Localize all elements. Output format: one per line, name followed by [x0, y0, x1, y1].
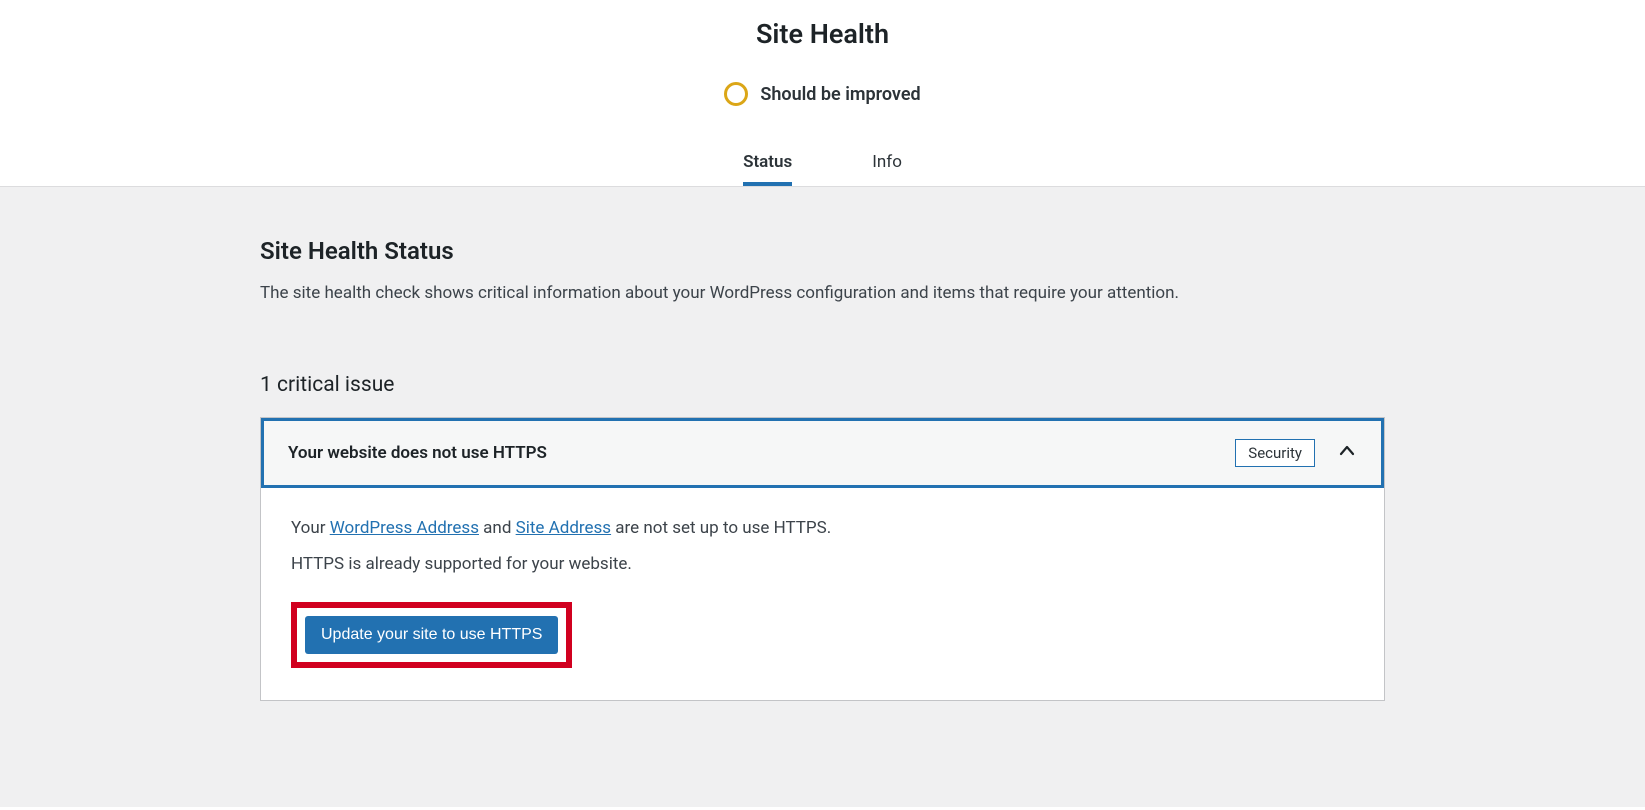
status-circle-icon — [724, 82, 748, 106]
wordpress-address-link[interactable]: WordPress Address — [330, 518, 479, 538]
tab-info[interactable]: Info — [872, 142, 902, 186]
page-title: Site Health — [0, 18, 1645, 50]
text-fragment: Your — [291, 518, 330, 538]
tabs-nav: Status Info — [0, 142, 1645, 186]
issue-card: Your website does not use HTTPS Security… — [260, 417, 1385, 701]
issue-toggle-header[interactable]: Your website does not use HTTPS Security — [261, 418, 1384, 488]
issue-header-right: Security — [1235, 439, 1357, 467]
update-https-button[interactable]: Update your site to use HTTPS — [305, 616, 558, 654]
body-area: Site Health Status The site health check… — [0, 187, 1645, 807]
text-fragment: are not set up to use HTTPS. — [611, 518, 831, 538]
highlight-annotation-box: Update your site to use HTTPS — [291, 602, 572, 668]
critical-issues-heading: 1 critical issue — [260, 373, 1385, 397]
section-title: Site Health Status — [260, 237, 1385, 265]
issue-category-badge: Security — [1235, 439, 1315, 467]
text-fragment: and — [479, 518, 516, 538]
content-wrapper: Site Health Status The site health check… — [250, 237, 1395, 701]
health-status-indicator: Should be improved — [724, 82, 920, 106]
issue-description-line-2: HTTPS is already supported for your webs… — [291, 554, 1354, 574]
site-address-link[interactable]: Site Address — [516, 518, 611, 538]
issue-body: Your WordPress Address and Site Address … — [261, 488, 1384, 700]
issue-description-line-1: Your WordPress Address and Site Address … — [291, 518, 1354, 538]
health-status-text: Should be improved — [760, 84, 920, 105]
issue-title: Your website does not use HTTPS — [288, 443, 547, 463]
site-health-header: Site Health Should be improved Status In… — [0, 0, 1645, 187]
chevron-up-icon — [1337, 441, 1357, 465]
section-description: The site health check shows critical inf… — [260, 283, 1385, 303]
tab-status[interactable]: Status — [743, 142, 792, 186]
